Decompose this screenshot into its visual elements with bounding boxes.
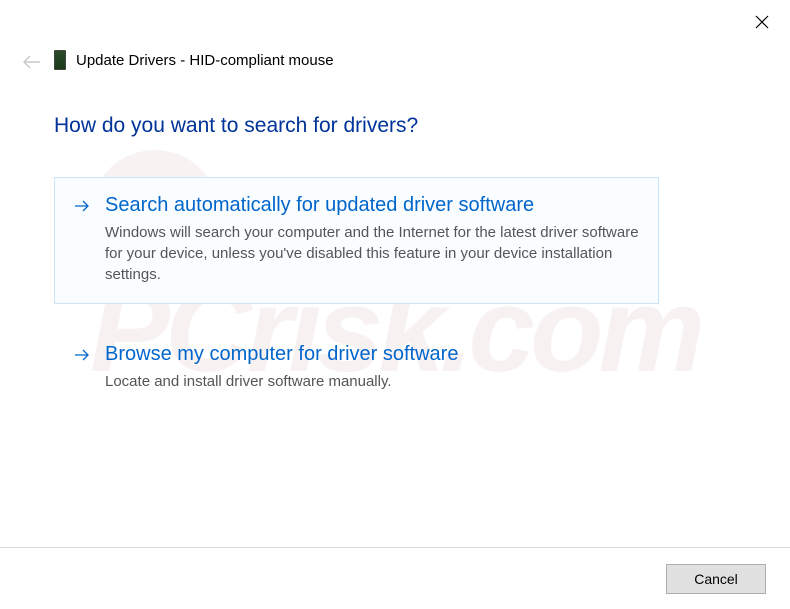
option-description: Locate and install driver software manua…	[105, 371, 640, 392]
option-content: Search automatically for updated driver …	[105, 192, 640, 285]
option-description: Windows will search your computer and th…	[105, 222, 640, 285]
arrow-right-icon	[73, 346, 91, 364]
option-browse-computer[interactable]: Browse my computer for driver software L…	[54, 326, 659, 411]
dialog-footer: Cancel	[0, 547, 790, 609]
window-title: Update Drivers - HID-compliant mouse	[76, 52, 334, 69]
options-list: Search automatically for updated driver …	[54, 177, 659, 411]
device-icon	[54, 50, 66, 70]
option-title: Browse my computer for driver software	[105, 341, 640, 367]
option-content: Browse my computer for driver software L…	[105, 341, 640, 392]
close-icon	[755, 15, 769, 29]
cancel-button[interactable]: Cancel	[666, 564, 766, 594]
option-title: Search automatically for updated driver …	[105, 192, 640, 218]
close-button[interactable]	[752, 12, 772, 32]
arrow-right-icon	[73, 197, 91, 215]
arrow-left-icon	[22, 54, 42, 70]
window-title-row: Update Drivers - HID-compliant mouse	[54, 50, 334, 70]
option-search-automatically[interactable]: Search automatically for updated driver …	[54, 177, 659, 304]
page-heading: How do you want to search for drivers?	[54, 114, 418, 138]
back-button	[22, 54, 42, 74]
